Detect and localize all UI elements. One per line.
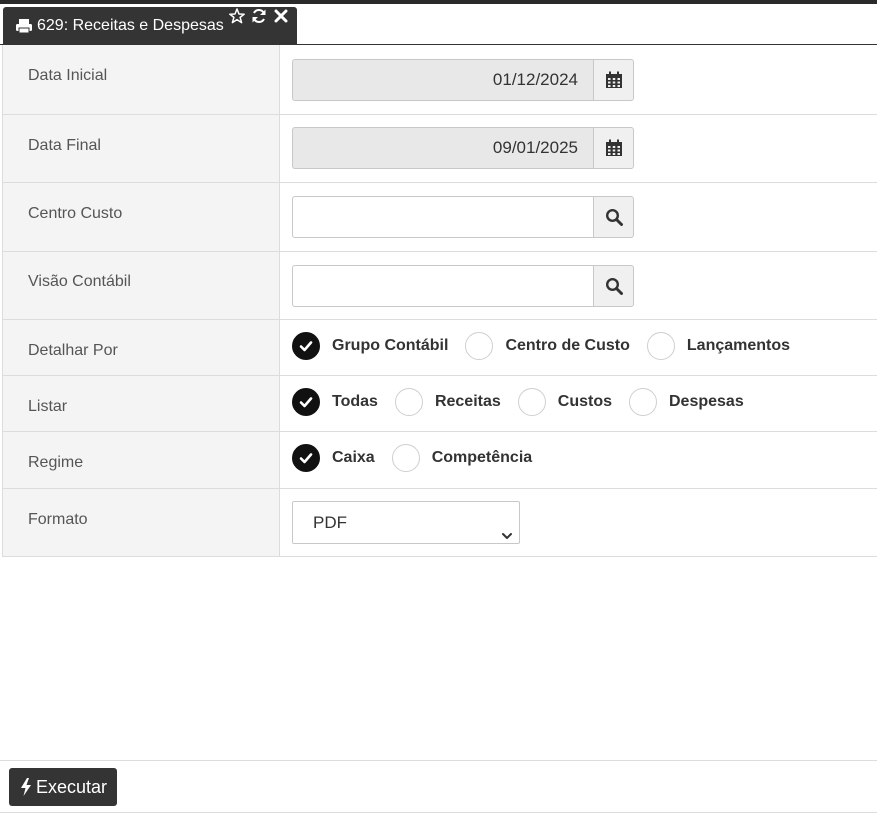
top-border bbox=[0, 0, 877, 4]
label-data-final: Data Final bbox=[2, 115, 280, 182]
radio-circle bbox=[394, 388, 423, 416]
data-inicial-input[interactable]: 01/12/2024 bbox=[292, 59, 593, 101]
bolt-icon bbox=[20, 778, 32, 796]
radio-circle bbox=[646, 332, 675, 360]
label-detalhar-por: Detalhar Por bbox=[2, 320, 280, 375]
row-visao-contabil: Visão Contábil bbox=[2, 252, 877, 320]
radio-competencia[interactable]: Competência bbox=[391, 444, 549, 472]
label-data-inicial: Data Inicial bbox=[2, 45, 280, 114]
row-formato: Formato PDF bbox=[2, 489, 877, 557]
formato-selected: PDF bbox=[313, 513, 347, 532]
visao-contabil-group bbox=[292, 265, 634, 307]
check-icon bbox=[292, 388, 320, 416]
radio-label: Caixa bbox=[332, 449, 375, 466]
label-centro-custo: Centro Custo bbox=[2, 183, 280, 251]
report-form: Data Inicial 01/12/2024 Data Final 09/01… bbox=[2, 45, 877, 557]
label-listar: Listar bbox=[2, 376, 280, 431]
radio-circle bbox=[391, 444, 420, 472]
data-final-calendar-button[interactable] bbox=[593, 127, 634, 169]
calendar-icon bbox=[605, 71, 622, 88]
label-visao-contabil: Visão Contábil bbox=[2, 252, 280, 319]
listar-options: Todas Receitas Custos Despesas bbox=[292, 388, 761, 416]
row-regime: Regime Caixa Competência bbox=[2, 432, 877, 489]
star-icon[interactable] bbox=[229, 8, 245, 24]
search-icon bbox=[605, 277, 623, 295]
calendar-icon bbox=[605, 139, 622, 156]
radio-label: Lançamentos bbox=[686, 337, 791, 354]
row-data-inicial: Data Inicial 01/12/2024 bbox=[2, 45, 877, 115]
radio-custos[interactable]: Custos bbox=[517, 388, 629, 416]
data-final-group: 09/01/2025 bbox=[292, 127, 634, 169]
refresh-icon[interactable] bbox=[251, 8, 267, 24]
radio-grupo-contabil[interactable]: Grupo Contábil bbox=[292, 332, 465, 360]
radio-caixa[interactable]: Caixa bbox=[292, 444, 392, 472]
row-listar: Listar Todas Receitas Custos Despesas bbox=[2, 376, 877, 432]
radio-label: Competência bbox=[431, 449, 533, 466]
footer-bottom-border bbox=[0, 812, 877, 813]
centro-custo-input[interactable] bbox=[292, 196, 593, 238]
row-centro-custo: Centro Custo bbox=[2, 183, 877, 252]
detalhar-por-options: Grupo Contábil Centro de Custo Lançament… bbox=[292, 332, 807, 360]
radio-circle bbox=[517, 388, 546, 416]
row-detalhar-por: Detalhar Por Grupo Contábil Centro de Cu… bbox=[2, 320, 877, 376]
regime-options: Caixa Competência bbox=[292, 444, 549, 472]
radio-circle bbox=[629, 388, 657, 416]
report-tab[interactable]: 629: Receitas e Despesas bbox=[3, 7, 297, 45]
radio-label: Todas bbox=[332, 393, 378, 410]
visao-contabil-input[interactable] bbox=[292, 265, 593, 307]
row-data-final: Data Final 09/01/2025 bbox=[2, 115, 877, 183]
data-final-input[interactable]: 09/01/2025 bbox=[292, 127, 593, 169]
print-icon bbox=[15, 18, 33, 34]
visao-contabil-search-button[interactable] bbox=[593, 265, 634, 307]
radio-label: Custos bbox=[557, 393, 612, 410]
radio-circle bbox=[465, 332, 494, 360]
data-inicial-group: 01/12/2024 bbox=[292, 59, 634, 101]
search-icon bbox=[605, 208, 623, 226]
data-inicial-calendar-button[interactable] bbox=[593, 59, 634, 101]
radio-lancamentos[interactable]: Lançamentos bbox=[646, 332, 807, 360]
label-formato: Formato bbox=[2, 489, 280, 556]
centro-custo-search-button[interactable] bbox=[593, 196, 634, 238]
radio-receitas[interactable]: Receitas bbox=[394, 388, 518, 416]
formato-select[interactable]: PDF bbox=[292, 501, 520, 544]
chevron-down-icon bbox=[501, 516, 513, 539]
radio-todas[interactable]: Todas bbox=[292, 388, 395, 416]
tab-title: 629: Receitas e Despesas bbox=[37, 17, 224, 34]
executar-button[interactable]: Executar bbox=[9, 768, 117, 806]
radio-label: Receitas bbox=[434, 393, 501, 410]
radio-despesas[interactable]: Despesas bbox=[629, 388, 761, 416]
executar-label: Executar bbox=[36, 776, 108, 797]
footer-divider bbox=[0, 760, 877, 761]
radio-label: Despesas bbox=[669, 393, 744, 410]
check-icon bbox=[292, 332, 320, 360]
close-icon[interactable] bbox=[273, 8, 289, 24]
radio-label: Centro de Custo bbox=[505, 337, 630, 354]
radio-label: Grupo Contábil bbox=[332, 337, 449, 354]
check-icon bbox=[292, 444, 320, 472]
centro-custo-group bbox=[292, 196, 634, 238]
radio-centro-de-custo[interactable]: Centro de Custo bbox=[465, 332, 646, 360]
label-regime: Regime bbox=[2, 432, 280, 488]
